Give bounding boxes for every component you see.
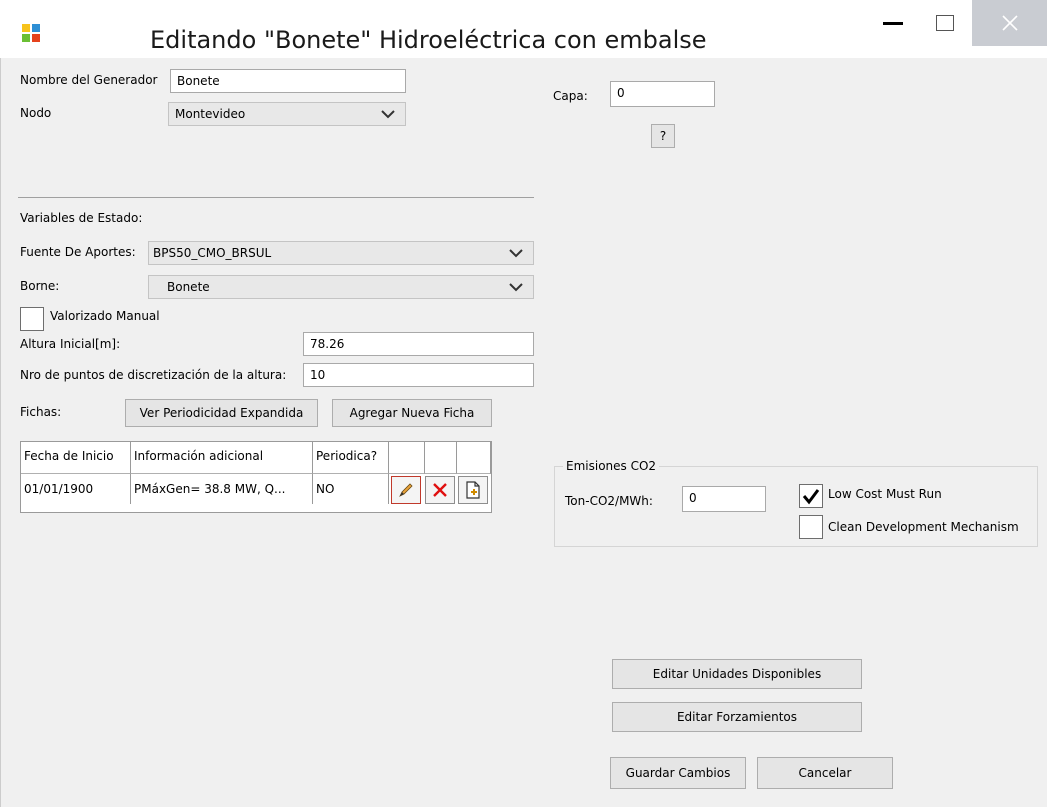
edit-row-button[interactable]: [391, 476, 421, 504]
close-icon: [1001, 15, 1018, 31]
new-document-row-button[interactable]: [458, 476, 488, 504]
column-header-delete: [425, 442, 457, 474]
editar-unidades-button[interactable]: Editar Unidades Disponibles: [612, 659, 862, 689]
close-button[interactable]: [972, 0, 1047, 46]
altura-inicial-input[interactable]: 78.26: [303, 332, 534, 356]
ton-co2-input[interactable]: 0: [682, 486, 766, 512]
column-header-new: [457, 442, 491, 474]
table-cell-periodica[interactable]: NO: [313, 474, 389, 504]
capa-label: Capa:: [553, 89, 588, 103]
window-title: Editando "Bonete" Hidroeléctrica con emb…: [150, 26, 707, 54]
fuente-aportes-value: BPS50_CMO_BRSUL: [153, 246, 272, 260]
cancelar-button[interactable]: Cancelar: [757, 757, 893, 789]
valorizado-manual-checkbox[interactable]: [20, 307, 44, 331]
column-header-edit: [389, 442, 425, 474]
column-header-fecha[interactable]: Fecha de Inicio: [21, 442, 131, 474]
emisiones-co2-title: Emisiones CO2: [563, 459, 660, 473]
chevron-down-icon: [509, 283, 523, 292]
new-document-icon: [466, 481, 480, 499]
chevron-down-icon: [509, 249, 523, 258]
separator-line: [18, 197, 534, 198]
guardar-cambios-button[interactable]: Guardar Cambios: [610, 757, 746, 789]
table-cell-fecha[interactable]: 01/01/1900: [21, 474, 131, 504]
edit-icon: [399, 483, 413, 497]
nodo-label: Nodo: [20, 106, 52, 120]
delete-icon: [433, 483, 447, 497]
delete-row-button[interactable]: [425, 476, 455, 504]
nombre-generador-input[interactable]: Bonete: [170, 69, 406, 93]
nombre-generador-label: Nombre del Generador: [20, 73, 158, 87]
maximize-icon: [936, 15, 954, 31]
fichas-table: Fecha de Inicio Información adicional Pe…: [20, 441, 492, 513]
agregar-ficha-button[interactable]: Agregar Nueva Ficha: [332, 399, 492, 427]
altura-inicial-label: Altura Inicial[m]:: [20, 337, 121, 351]
window-client-area: [0, 58, 1047, 807]
chevron-down-icon: [381, 110, 395, 119]
title-bar: Editando "Bonete" Hidroeléctrica con emb…: [0, 0, 1047, 58]
maximize-button[interactable]: [920, 0, 970, 46]
checkmark-icon: [802, 489, 820, 505]
fuente-aportes-select[interactable]: BPS50_CMO_BRSUL: [148, 241, 534, 265]
nodo-select-value: Montevideo: [175, 107, 246, 121]
variables-estado-label: Variables de Estado:: [20, 211, 143, 225]
nodo-select[interactable]: Montevideo: [168, 102, 406, 126]
minimize-icon: [883, 22, 903, 25]
table-cell-info[interactable]: PMáxGen= 38.8 MW, Q...: [131, 474, 313, 504]
app-logo-icon: [22, 24, 40, 42]
clean-development-checkbox[interactable]: [799, 515, 823, 539]
fichas-label: Fichas:: [20, 405, 62, 419]
ver-periodicidad-button[interactable]: Ver Periodicidad Expandida: [125, 399, 318, 427]
valorizado-manual-label: Valorizado Manual: [50, 309, 160, 323]
help-button[interactable]: ?: [651, 124, 675, 148]
column-header-info[interactable]: Información adicional: [131, 442, 313, 474]
ton-co2-label: Ton-CO2/MWh:: [565, 494, 653, 508]
borne-value: Bonete: [167, 280, 210, 294]
borne-select[interactable]: Bonete: [148, 275, 534, 299]
nro-puntos-input[interactable]: 10: [303, 363, 534, 387]
low-cost-must-run-label: Low Cost Must Run: [828, 487, 942, 501]
clean-development-label: Clean Development Mechanism: [828, 520, 1019, 534]
editar-forzamientos-button[interactable]: Editar Forzamientos: [612, 702, 862, 732]
nro-puntos-label: Nro de puntos de discretización de la al…: [20, 368, 287, 382]
fuente-aportes-label: Fuente De Aportes:: [20, 245, 136, 259]
column-header-periodica[interactable]: Periodica?: [313, 442, 389, 474]
capa-input[interactable]: 0: [610, 81, 715, 107]
borne-label: Borne:: [20, 279, 60, 293]
minimize-button[interactable]: [868, 0, 918, 46]
low-cost-must-run-checkbox[interactable]: [799, 484, 823, 508]
